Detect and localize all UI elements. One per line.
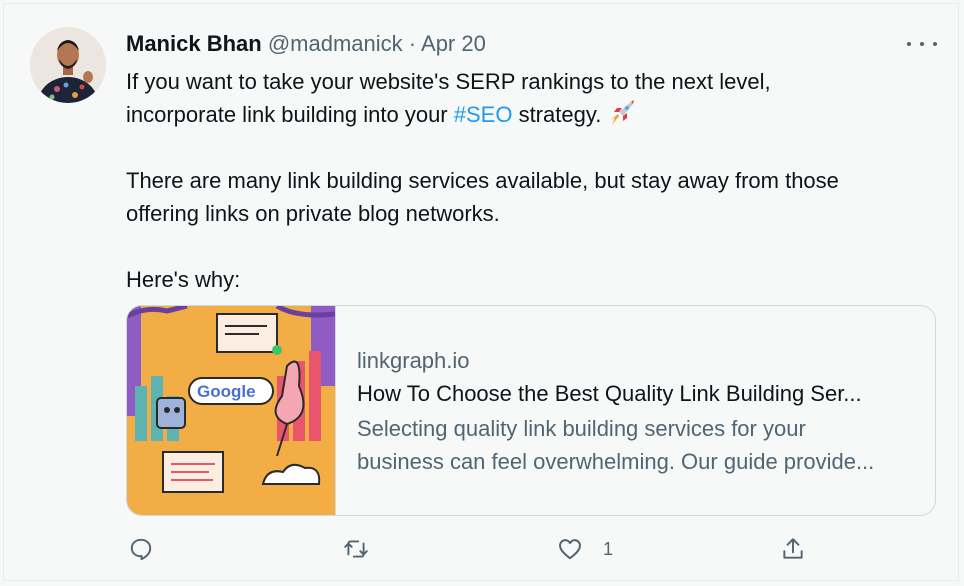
more-options-button[interactable] bbox=[907, 34, 937, 54]
retweet-button[interactable] bbox=[343, 535, 369, 563]
more-dot-icon bbox=[933, 42, 937, 46]
like-count: 1 bbox=[603, 538, 614, 559]
tweet-line: offering links on private blog networks. bbox=[126, 201, 500, 226]
tweet-line: incorporate link building into your #SEO… bbox=[126, 98, 926, 131]
reply-icon bbox=[130, 538, 152, 561]
tweet-text-segment: incorporate link building into your bbox=[126, 102, 454, 127]
reply-button[interactable] bbox=[128, 535, 154, 563]
heart-icon bbox=[559, 539, 581, 560]
author-handle[interactable]: @madmanick bbox=[268, 31, 403, 56]
tweet: Manick Bhan @madmanick · Apr 20 If you w… bbox=[3, 3, 959, 581]
card-illustration: Google bbox=[127, 306, 335, 515]
hashtag-link[interactable]: #SEO bbox=[454, 102, 513, 127]
tweet-header: Manick Bhan @madmanick · Apr 20 bbox=[126, 30, 486, 58]
more-dot-icon bbox=[907, 42, 911, 46]
share-icon bbox=[783, 538, 803, 559]
tweet-line: Here's why: bbox=[126, 267, 241, 292]
share-button[interactable] bbox=[780, 535, 806, 563]
more-dot-icon bbox=[920, 42, 924, 46]
card-domain: linkgraph.io bbox=[357, 348, 470, 373]
author-name[interactable]: Manick Bhan bbox=[126, 31, 262, 56]
tweet-line: If you want to take your website's SERP … bbox=[126, 69, 771, 94]
card-description: Selecting quality link building services… bbox=[357, 412, 917, 478]
avatar-image bbox=[30, 27, 106, 103]
tweet-text-segment: strategy. bbox=[512, 102, 608, 127]
link-preview-card[interactable]: Google linkgraph.io How To Choose the Be… bbox=[126, 305, 936, 516]
like-button[interactable]: 1 bbox=[557, 535, 613, 563]
tweet-text: If you want to take your website's SERP … bbox=[126, 65, 926, 296]
card-text: linkgraph.io How To Choose the Best Qual… bbox=[357, 344, 917, 478]
card-title: How To Choose the Best Quality Link Buil… bbox=[357, 381, 862, 406]
header-separator: · bbox=[408, 31, 417, 56]
card-image-text: Google bbox=[197, 382, 256, 401]
card-description-line: Selecting quality link building services… bbox=[357, 416, 806, 441]
rocket-icon bbox=[611, 100, 635, 125]
retweet-icon bbox=[344, 540, 368, 558]
card-description-line: business can feel overwhelming. Our guid… bbox=[357, 449, 875, 474]
tweet-date[interactable]: Apr 20 bbox=[421, 31, 486, 56]
card-thumbnail: Google bbox=[127, 306, 336, 515]
tweet-line: There are many link building services av… bbox=[126, 168, 839, 193]
avatar[interactable] bbox=[30, 27, 106, 103]
